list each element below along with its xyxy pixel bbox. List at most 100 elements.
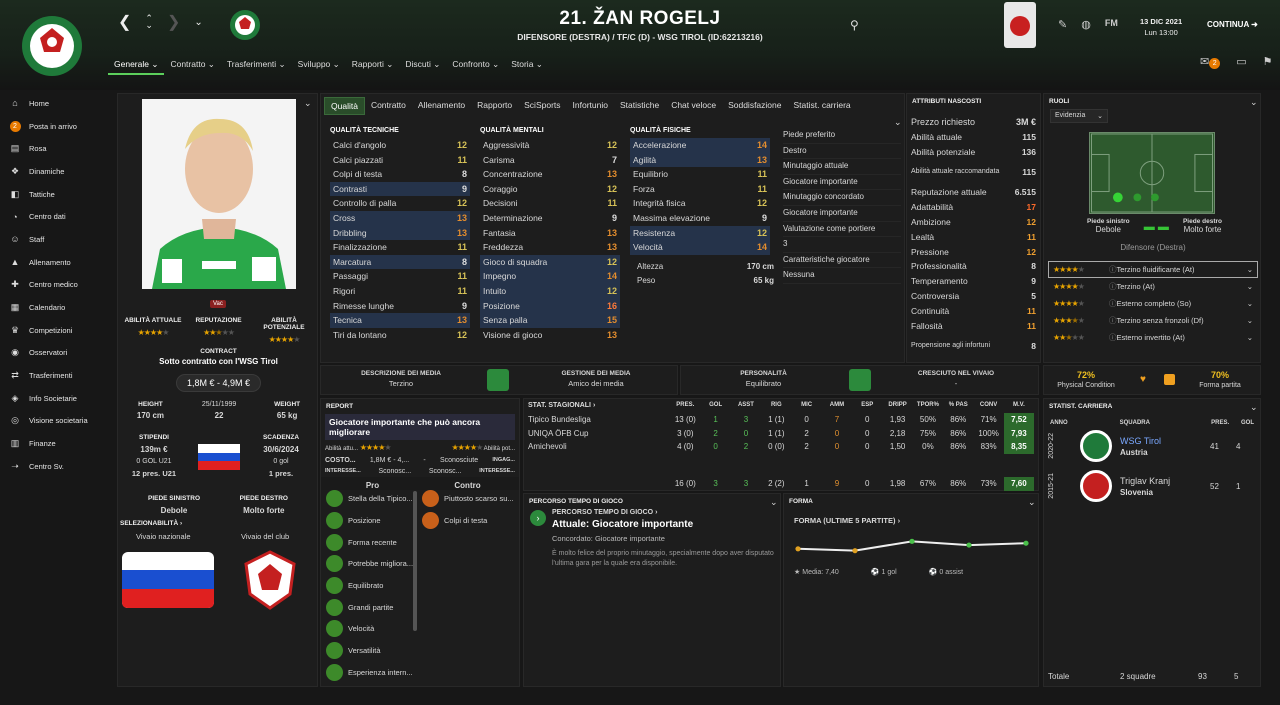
up-down-icon[interactable]: ⌃ ⌄ <box>145 14 153 30</box>
menu-item-1[interactable]: Contratto ⌄ <box>164 56 220 75</box>
menu-item-2[interactable]: Trasferimenti ⌄ <box>221 56 292 75</box>
globe-icon[interactable]: ◍ <box>1081 18 1091 31</box>
menu-item-4[interactable]: Rapporti ⌄ <box>346 56 400 75</box>
hidden-name: Abilità potenziale <box>911 146 976 157</box>
forma-sub[interactable]: FORMA (ULTIME 5 PARTITE) › <box>794 516 900 525</box>
price-label: Prezzo richiesto <box>911 117 976 127</box>
search-icon[interactable]: ⚲ <box>850 18 859 32</box>
tab-9[interactable]: Statist. carriera <box>787 97 856 115</box>
menu-item-3[interactable]: Sviluppo ⌄ <box>292 56 346 75</box>
sidebar-item-5[interactable]: ◔ Centro dati <box>0 205 110 228</box>
career-collapse-icon[interactable]: ⌄ <box>1250 402 1258 413</box>
fm-logo[interactable]: FM <box>1105 18 1118 31</box>
sidebar-label: Staff <box>29 234 45 244</box>
con-icon <box>422 490 439 508</box>
percorso-sub[interactable]: PERCORSO TEMPO DI GIOCO › <box>552 509 778 516</box>
forward-icon[interactable]: ❯ <box>167 12 180 32</box>
sidebar-item-9[interactable]: ▦ Calendario <box>0 296 110 319</box>
tab-6[interactable]: Statistiche <box>614 97 665 115</box>
body-height-row: Altezza 170 cm <box>634 260 777 274</box>
role-row[interactable]: ★★★★★ ⓘ Terzino senza fronzoli (Df) ⌄ <box>1048 312 1258 329</box>
chevron-down-icon[interactable]: ⌄ <box>1247 265 1253 274</box>
hidden-row: Continuità 11 <box>907 304 1040 319</box>
continue-button[interactable]: CONTINUA ➜ <box>1207 20 1258 29</box>
role-row[interactable]: ★★★★★ ⓘ Esterno completo (So) ⌄ <box>1048 295 1258 312</box>
photo-dropdown-icon[interactable]: ⌄ <box>304 98 312 109</box>
sidebar-item-6[interactable]: ☺ Staff <box>0 228 110 251</box>
back-icon[interactable]: ❮ <box>118 12 131 32</box>
sidebar-item-14[interactable]: ◎ Visione societaria <box>0 410 110 433</box>
edit-icon[interactable]: ✎ <box>1058 18 1067 31</box>
tab-3[interactable]: Rapporto <box>471 97 518 115</box>
season-cell: 0 <box>865 415 870 424</box>
chevron-down-icon[interactable]: ⌄ <box>1247 282 1253 291</box>
sidebar-item-15[interactable]: ▥ Finanze <box>0 432 110 455</box>
season-title[interactable]: STAT. STAGIONALI › <box>528 399 670 413</box>
sidebar-item-7[interactable]: ▲ Allenamento <box>0 251 110 274</box>
tab-4[interactable]: SciSports <box>518 97 566 115</box>
forma-collapse-icon[interactable]: ⌄ <box>1028 497 1036 508</box>
tab-5[interactable]: Infortunio <box>567 97 614 115</box>
club-youth-crest-icon[interactable] <box>242 550 298 610</box>
tab-2[interactable]: Allenamento <box>412 97 471 115</box>
role-row[interactable]: ★★★★★ ⓘ Esterno invertito (At) ⌄ <box>1048 329 1258 346</box>
form-point[interactable] <box>966 542 972 548</box>
sidebar-item-12[interactable]: ⇄ Trasferimenti <box>0 364 110 387</box>
sidebar-item-0[interactable]: ⌂ Home <box>0 92 110 115</box>
inbox-icon: 2 <box>9 120 21 132</box>
menu-item-label: Sviluppo <box>297 59 331 69</box>
form-point[interactable] <box>1023 540 1029 546</box>
role-row[interactable]: ★★★★★ ⓘ Terzino (At) ⌄ <box>1048 278 1258 295</box>
tab-8[interactable]: Soddisfazione <box>722 97 787 115</box>
pros-scrollbar[interactable] <box>413 491 417 631</box>
career-team[interactable]: WSG Tirol Austria <box>1120 436 1210 457</box>
role-row[interactable]: ★★★★★ ⓘ Terzino fluidificante (At) ⌄ <box>1048 261 1258 278</box>
mental-attr-row: Freddezza 13 <box>480 240 620 255</box>
tab-7[interactable]: Chat veloce <box>665 97 722 115</box>
percorso-check-icon: › <box>530 510 546 526</box>
sidebar-item-11[interactable]: ◉ Osservatori <box>0 342 110 365</box>
form-point[interactable] <box>852 548 858 554</box>
league-logo[interactable] <box>1004 2 1036 48</box>
menu-item-6[interactable]: Confronto ⌄ <box>446 56 505 75</box>
messages-icon[interactable]: ✉ 2 <box>1200 55 1221 69</box>
menu-item-0[interactable]: Generale ⌄ <box>108 56 165 75</box>
sidebar-item-3[interactable]: ❖ Dinamiche <box>0 160 110 183</box>
sidebar-item-13[interactable]: ◈ Info Societarie <box>0 387 110 410</box>
tabs-dropdown-icon[interactable]: ⌄ <box>894 117 902 128</box>
menu-item-7[interactable]: Storia ⌄ <box>505 56 549 75</box>
sidebar-item-4[interactable]: ◧ Tattiche <box>0 183 110 206</box>
chevron-down-icon[interactable]: ⌄ <box>1247 299 1253 308</box>
career-team-name[interactable]: Triglav Kranj <box>1120 476 1210 486</box>
national-flag-icon[interactable] <box>122 552 214 608</box>
small-club-crest-icon[interactable] <box>226 8 264 42</box>
club-crest-icon[interactable] <box>14 10 90 76</box>
sidebar-item-8[interactable]: ✚ Centro medico <box>0 274 110 297</box>
dropdown-icon[interactable]: ⌄ <box>194 17 202 28</box>
sidebar-item-1[interactable]: 2 Posta in arrivo <box>0 115 110 138</box>
roles-collapse-icon[interactable]: ⌄ <box>1250 97 1258 108</box>
technical-attr-name: Passaggi <box>333 271 368 282</box>
season-cell: 0 <box>865 442 870 451</box>
form-point[interactable] <box>909 538 915 544</box>
selectability-link[interactable]: SELEZIONABILITÀ › <box>120 520 182 527</box>
sidebar-item-16[interactable]: ➝ Centro Sv. <box>0 455 110 478</box>
flag-icon[interactable]: ⚑ <box>1263 55 1273 69</box>
role-filter-select[interactable]: Evidenzia ⌄ <box>1050 109 1108 123</box>
team-crest-icon[interactable] <box>1080 470 1112 502</box>
mental-attr-name: Determinazione <box>483 212 543 223</box>
tab-1[interactable]: Contratto <box>365 97 412 115</box>
percorso-collapse-icon[interactable]: ⌄ <box>770 497 778 508</box>
team-crest-icon[interactable] <box>1080 430 1112 462</box>
sidebar-item-2[interactable]: ▤ Rosa <box>0 137 110 160</box>
chevron-down-icon[interactable]: ⌄ <box>1247 333 1253 342</box>
career-team-name[interactable]: WSG Tirol <box>1120 436 1210 446</box>
tab-0[interactable]: Qualità <box>324 97 365 115</box>
form-point[interactable] <box>795 546 801 552</box>
sidebar-item-10[interactable]: ♛ Competizioni <box>0 319 110 342</box>
physical-attr-row: Equilibrio 11 <box>630 167 770 182</box>
menu-item-5[interactable]: Discuti ⌄ <box>399 56 446 75</box>
screen-icon[interactable]: ▭ <box>1236 55 1246 69</box>
career-team[interactable]: Triglav Kranj Slovenia <box>1120 476 1210 497</box>
chevron-down-icon[interactable]: ⌄ <box>1247 316 1253 325</box>
